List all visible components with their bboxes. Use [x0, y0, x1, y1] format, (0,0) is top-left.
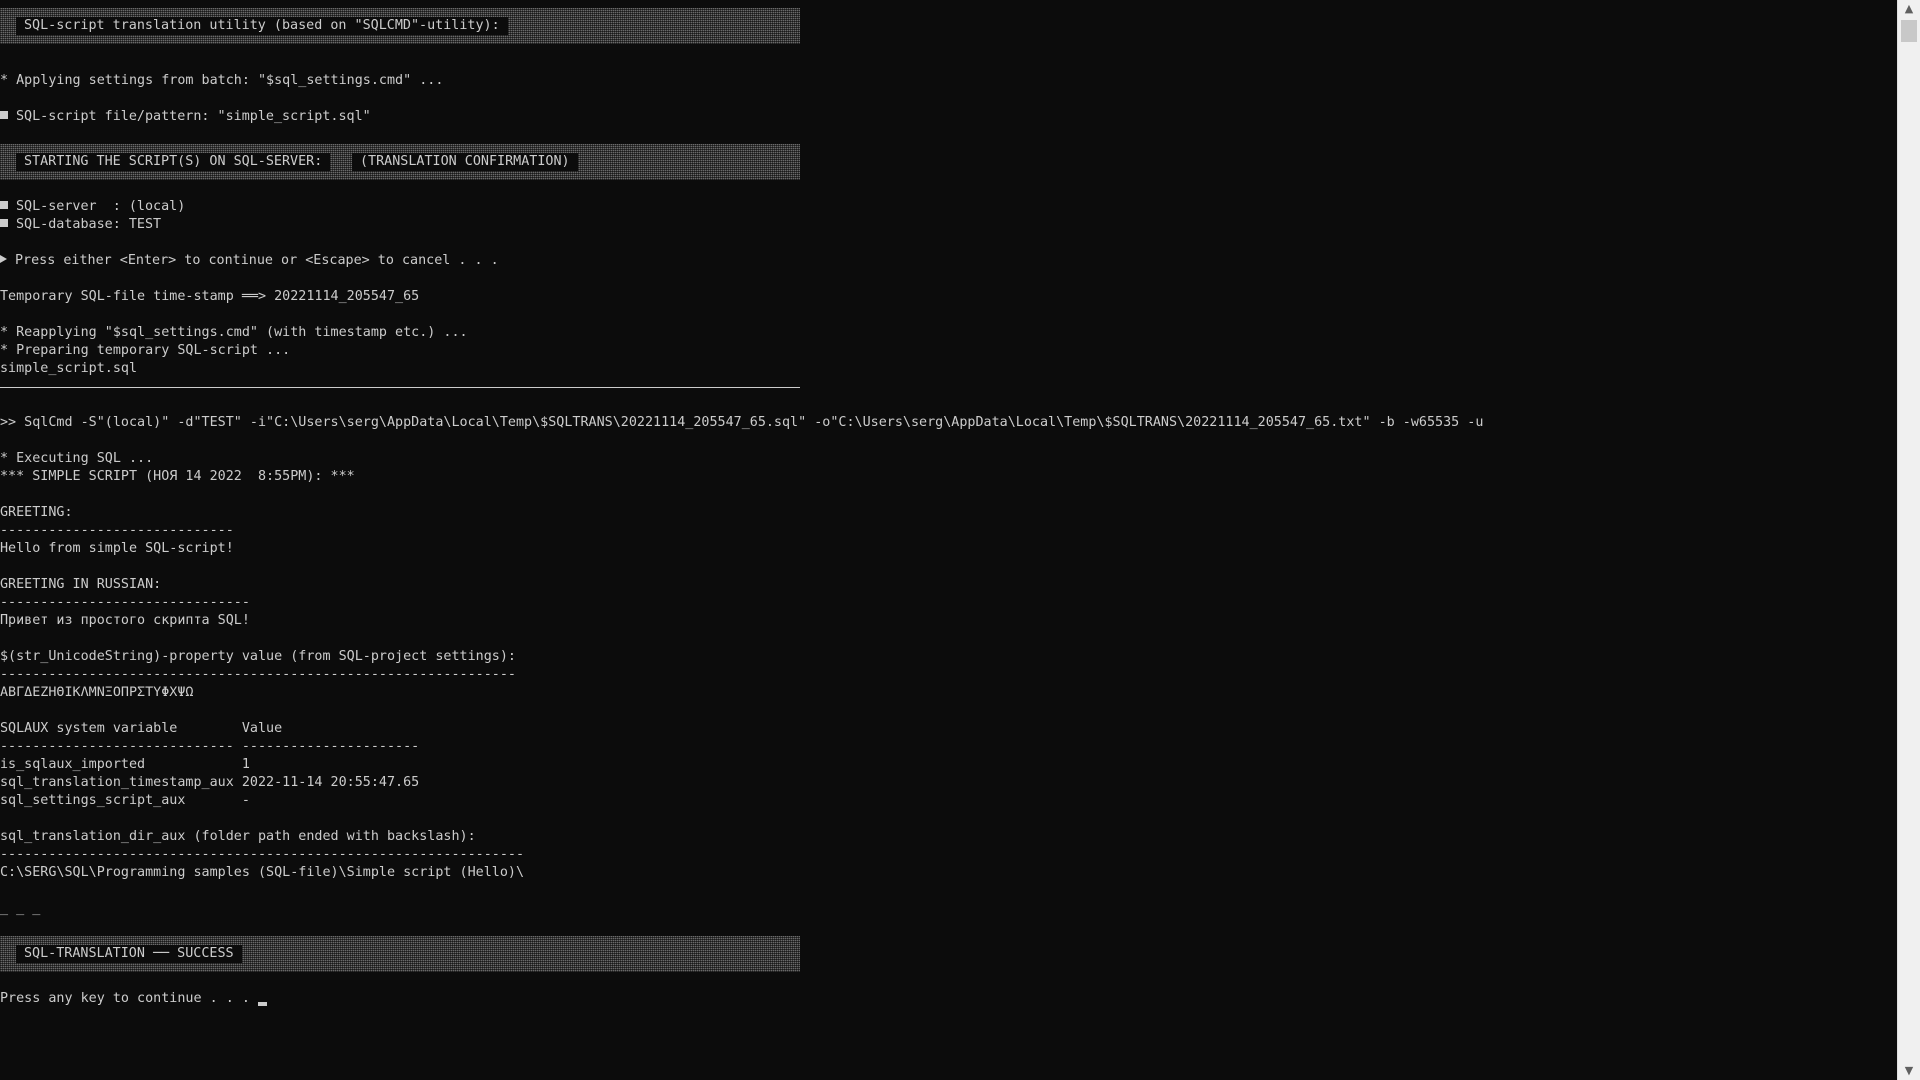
table-separator: ----------------------------- ----------… — [0, 739, 420, 754]
scroll-thumb[interactable] — [1901, 20, 1917, 42]
table-row: sql_translation_timestamp_aux 2022-11-14… — [0, 775, 420, 790]
table-row: sql_settings_script_aux - — [0, 793, 250, 808]
dir-value: C:\SERG\SQL\Programming samples (SQL-fil… — [0, 865, 525, 880]
title-banner-text: SQL-script translation utility (based on… — [16, 17, 508, 35]
table-row: is_sqlaux_imported 1 — [0, 757, 250, 772]
sql-database-line: SQL-database: TEST — [0, 216, 161, 234]
dir-header: sql_translation_dir_aux (folder path end… — [0, 829, 476, 844]
greeting-russian-value: Привет из простого скрипта SQL! — [0, 613, 250, 628]
trailing-dashes: _ _ _ — [0, 901, 41, 916]
bullet-icon — [0, 111, 8, 119]
greeting-russian-header: GREETING IN RUSSIAN: — [0, 577, 162, 592]
title-banner: SQL-script translation utility (based on… — [0, 8, 800, 44]
press-enter-text: Press either <Enter> to continue or <Esc… — [15, 253, 499, 268]
script-name-line: simple_script.sql — [0, 361, 138, 376]
press-any-key-line: Press any key to continue . . . — [0, 990, 267, 1008]
greeting-russian-separator: ------------------------------- — [0, 595, 250, 610]
timestamp-line: Temporary SQL-file time-stamp ══> 202211… — [0, 289, 420, 304]
table-header: SQLAUX system variable Value — [0, 721, 283, 736]
bullet-icon — [0, 219, 8, 227]
divider — [0, 387, 800, 388]
executing-line: * Executing SQL ... — [0, 451, 154, 466]
sql-server-text: SQL-server : (local) — [16, 199, 186, 214]
press-any-key-text: Press any key to continue . . . — [0, 991, 250, 1006]
dir-separator: ----------------------------------------… — [0, 847, 525, 862]
file-pattern-line: SQL-script file/pattern: "simple_script.… — [0, 108, 371, 126]
applying-settings-line: * Applying settings from batch: "$sql_se… — [0, 73, 444, 88]
sql-database-text: SQL-database: TEST — [16, 217, 162, 232]
cursor — [257, 1002, 267, 1006]
sqlcmd-command-line: >> SqlCmd -S"(local)" -d"TEST" -i"C:\Use… — [0, 415, 1484, 430]
confirmation-banner-text: (TRANSLATION CONFIRMATION) — [352, 153, 578, 171]
triangle-right-icon — [0, 255, 7, 263]
scroll-down-icon[interactable]: ▼ — [1898, 1062, 1920, 1080]
reapplying-line: * Reapplying "$sql_settings.cmd" (with t… — [0, 325, 468, 340]
unicode-header: $(str_UnicodeString)-property value (fro… — [0, 649, 516, 664]
success-banner-text: SQL-TRANSLATION ── SUCCESS — [16, 945, 242, 963]
vertical-scrollbar[interactable]: ▲ ▼ — [1897, 0, 1920, 1080]
greeting-value: Hello from simple SQL-script! — [0, 541, 234, 556]
sql-server-line: SQL-server : (local) — [0, 198, 185, 216]
preparing-line: * Preparing temporary SQL-script ... — [0, 343, 291, 358]
file-pattern-text: SQL-script file/pattern: "simple_script.… — [16, 109, 371, 124]
console-window[interactable]: SQL-script translation utility (based on… — [0, 0, 1898, 1080]
starting-banner-text: STARTING THE SCRIPT(S) ON SQL-SERVER: — [16, 153, 331, 171]
greeting-separator: ----------------------------- — [0, 523, 234, 538]
success-banner: SQL-TRANSLATION ── SUCCESS — [0, 936, 800, 972]
scroll-up-icon[interactable]: ▲ — [1898, 0, 1920, 18]
unicode-separator: ----------------------------------------… — [0, 667, 516, 682]
unicode-value: ΑΒΓΔΕΖΗΘΙΚΛΜΝΞΟΠΡΣΤΥΦΧΨΩ — [0, 685, 194, 700]
starting-banner: STARTING THE SCRIPT(S) ON SQL-SERVER: (T… — [0, 144, 800, 180]
press-enter-line: Press either <Enter> to continue or <Esc… — [0, 252, 499, 270]
simple-script-header: *** SIMPLE SCRIPT (НОЯ 14 2022 8:55PM): … — [0, 469, 355, 484]
greeting-header: GREETING: — [0, 505, 73, 520]
bullet-icon — [0, 201, 8, 209]
